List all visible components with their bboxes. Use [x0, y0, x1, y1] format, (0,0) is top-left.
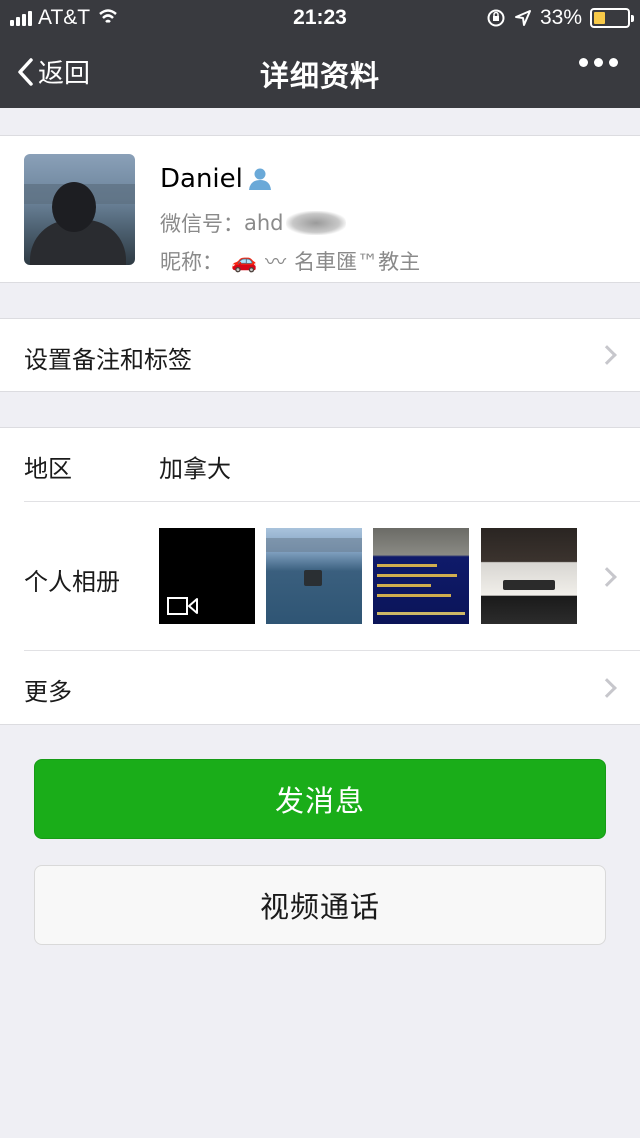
page-title: 详细资料	[259, 59, 380, 93]
status-right: 33%	[486, 6, 634, 30]
chevron-right-icon	[597, 678, 617, 698]
wechat-id-label: 微信号：	[160, 212, 244, 236]
profile-card: Daniel 微信号： ahd 昵称： 🚗 〰 名車匯™教主	[0, 135, 640, 283]
album-thumbnail-harbor[interactable]	[266, 528, 362, 624]
profile-name: Daniel	[160, 164, 243, 194]
album-thumbnail-car[interactable]	[481, 528, 577, 624]
battery-percent: 33%	[539, 6, 582, 29]
nickname-text: 名車匯™教主	[294, 250, 421, 274]
location-arrow-icon	[514, 10, 531, 26]
remark-tags-row[interactable]: 设置备注和标签	[0, 318, 640, 392]
chevron-right-icon	[597, 567, 617, 587]
album-label: 个人相册	[24, 568, 120, 596]
wavy-dash-icon: 〰	[265, 250, 287, 274]
info-card: 地区 加拿大 个人相册 更多	[0, 427, 640, 725]
chevron-right-icon	[597, 345, 617, 365]
send-message-button[interactable]: 发消息	[34, 759, 606, 839]
video-camera-icon	[167, 596, 199, 616]
more-dots-icon	[579, 58, 588, 67]
avatar[interactable]	[24, 154, 135, 265]
status-bar: AT&T 21:23 33%	[0, 0, 640, 36]
nickname-label: 昵称：	[160, 250, 223, 274]
region-label: 地区	[24, 455, 72, 483]
male-user-icon	[248, 168, 271, 190]
album-thumbnail-airport-board[interactable]	[373, 528, 469, 624]
redacted-blur	[285, 211, 346, 235]
divider	[24, 501, 640, 502]
wechat-id-value: ahd	[244, 211, 284, 235]
battery-icon	[590, 8, 634, 28]
car-emoji-icon: 🚗	[231, 248, 258, 273]
wechat-id-row: 微信号： ahd	[160, 208, 346, 238]
battery-level	[594, 12, 605, 24]
more-options-button[interactable]	[579, 58, 618, 67]
video-call-button[interactable]: 视频通话	[34, 865, 606, 945]
remark-tags-label: 设置备注和标签	[24, 346, 192, 374]
orientation-lock-icon	[487, 9, 505, 27]
album-thumbnail-video[interactable]	[159, 528, 255, 624]
more-label: 更多	[24, 678, 72, 706]
nickname-row: 昵称： 🚗 〰 名車匯™教主	[160, 246, 420, 276]
region-value: 加拿大	[159, 455, 231, 483]
profile-name-row: Daniel	[160, 164, 273, 194]
divider	[24, 650, 640, 651]
navigation-bar: 返回 详细资料	[0, 36, 640, 108]
